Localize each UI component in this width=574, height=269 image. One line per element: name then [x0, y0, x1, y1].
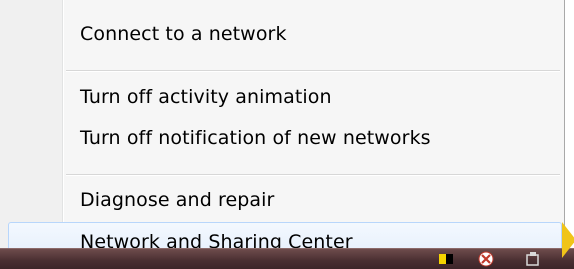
menu-item-turn-off-notification-new-networks[interactable]: Turn off notification of new networks — [80, 127, 431, 149]
menu-separator — [66, 70, 560, 72]
menu-item-turn-off-activity-animation[interactable]: Turn off activity animation — [80, 86, 332, 108]
menu-item-diagnose-and-repair[interactable]: Diagnose and repair — [80, 189, 274, 211]
network-icon[interactable] — [438, 251, 454, 267]
menu-item-connect-to-network[interactable]: Connect to a network — [80, 23, 287, 45]
menu-separator — [66, 174, 560, 176]
antivirus-icon[interactable] — [478, 251, 494, 267]
network-context-menu: Connect to a network Turn off activity a… — [0, 0, 565, 269]
mouse-pointer-icon — [562, 222, 574, 258]
screen: Connect to a network Turn off activity a… — [0, 0, 574, 269]
volume-icon[interactable] — [525, 251, 541, 267]
